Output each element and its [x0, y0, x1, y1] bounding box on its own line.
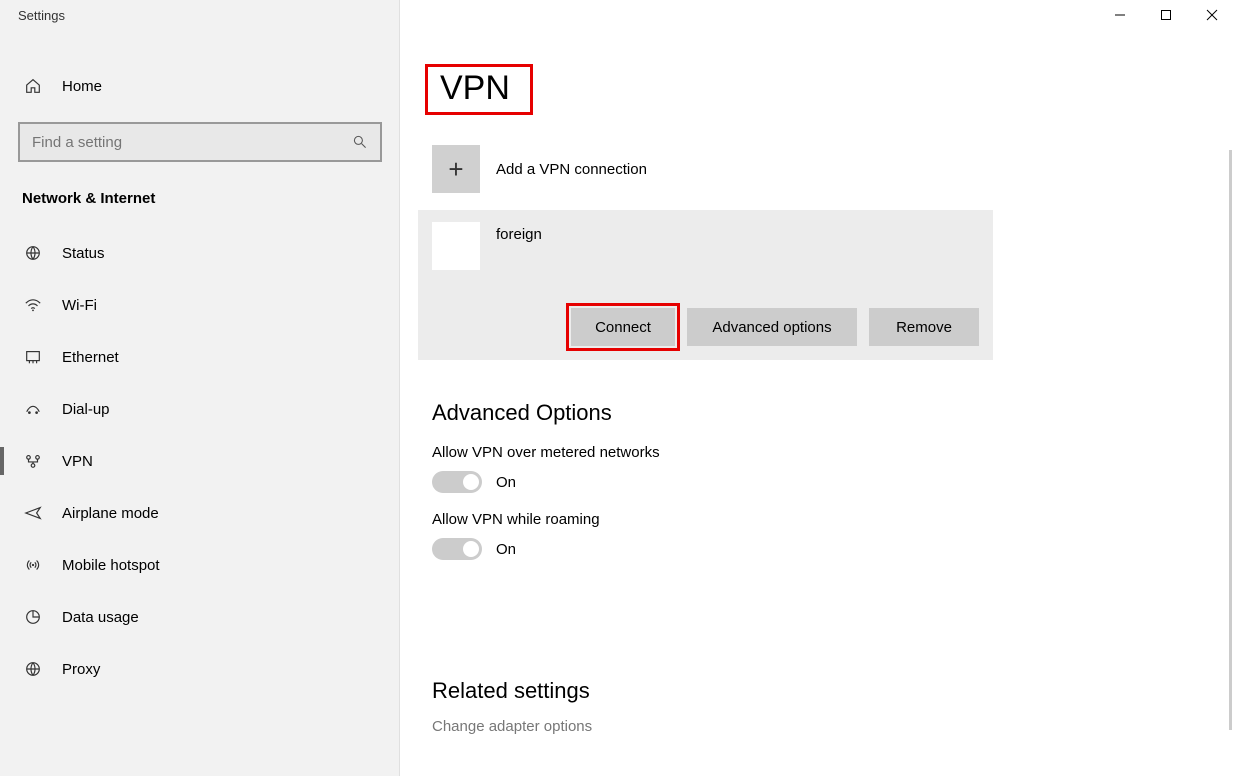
nav-category: Network & Internet — [0, 190, 399, 207]
nav-item-hotspot[interactable]: Mobile hotspot — [0, 539, 399, 591]
app-title: Settings — [0, 8, 65, 23]
minimize-button[interactable] — [1097, 0, 1143, 30]
advanced-options-button[interactable]: Advanced options — [687, 308, 857, 346]
nav-item-data-usage[interactable]: Data usage — [0, 591, 399, 643]
vpn-icon — [22, 452, 44, 470]
sidebar: Settings Home Network & Internet Status … — [0, 0, 400, 776]
search-box[interactable] — [18, 122, 382, 162]
home-icon — [22, 77, 44, 95]
nav-item-proxy[interactable]: Proxy — [0, 643, 399, 695]
roaming-toggle[interactable] — [432, 538, 482, 560]
airplane-icon — [22, 504, 44, 522]
roaming-label: Allow VPN while roaming — [432, 511, 660, 528]
data-usage-icon — [22, 608, 44, 626]
plus-icon: + — [432, 145, 480, 193]
titlebar: Settings — [0, 0, 399, 30]
add-vpn-connection[interactable]: + Add a VPN connection — [432, 145, 647, 193]
nav-label: Wi-Fi — [62, 297, 97, 314]
proxy-icon — [22, 660, 44, 678]
nav-item-dialup[interactable]: Dial-up — [0, 383, 399, 435]
status-icon — [22, 244, 44, 262]
remove-button[interactable]: Remove — [869, 308, 979, 346]
ethernet-icon — [22, 348, 44, 366]
nav-label: Dial-up — [62, 401, 110, 418]
vpn-entry[interactable]: foreign Connect Advanced options Remove — [418, 210, 993, 360]
page-title: VPN — [440, 69, 510, 108]
nav-label: Data usage — [62, 609, 139, 626]
nav-label: Airplane mode — [62, 505, 159, 522]
nav-item-airplane[interactable]: Airplane mode — [0, 487, 399, 539]
nav-label: Mobile hotspot — [62, 557, 160, 574]
metered-label: Allow VPN over metered networks — [432, 444, 660, 461]
nav-label: Proxy — [62, 661, 100, 678]
nav-item-wifi[interactable]: Wi-Fi — [0, 279, 399, 331]
nav-item-ethernet[interactable]: Ethernet — [0, 331, 399, 383]
page-title-highlight: VPN — [425, 64, 533, 115]
roaming-state: On — [496, 541, 516, 558]
wifi-icon — [22, 296, 44, 314]
scrollbar[interactable] — [1229, 150, 1232, 730]
hotspot-icon — [22, 556, 44, 574]
related-settings-heading: Related settings — [432, 678, 592, 704]
maximize-button[interactable] — [1143, 0, 1189, 30]
metered-toggle[interactable] — [432, 471, 482, 493]
vpn-shield-icon — [432, 222, 480, 270]
add-vpn-label: Add a VPN connection — [496, 161, 647, 178]
search-input[interactable] — [30, 133, 350, 152]
nav-label: VPN — [62, 453, 93, 470]
main-content: VPN + Add a VPN connection foreign Conne… — [400, 0, 1235, 776]
dialup-icon — [22, 400, 44, 418]
advanced-options-heading: Advanced Options — [432, 400, 660, 426]
search-icon — [350, 134, 370, 150]
nav-label: Ethernet — [62, 349, 119, 366]
nav-item-vpn[interactable]: VPN — [0, 435, 399, 487]
change-adapter-link[interactable]: Change adapter options — [432, 718, 592, 735]
nav-item-status[interactable]: Status — [0, 227, 399, 279]
connect-button[interactable]: Connect — [571, 308, 675, 346]
nav-home-label: Home — [62, 78, 102, 95]
metered-state: On — [496, 474, 516, 491]
close-button[interactable] — [1189, 0, 1235, 30]
nav-home[interactable]: Home — [0, 60, 399, 112]
vpn-name: foreign — [496, 222, 542, 243]
nav-label: Status — [62, 245, 105, 262]
